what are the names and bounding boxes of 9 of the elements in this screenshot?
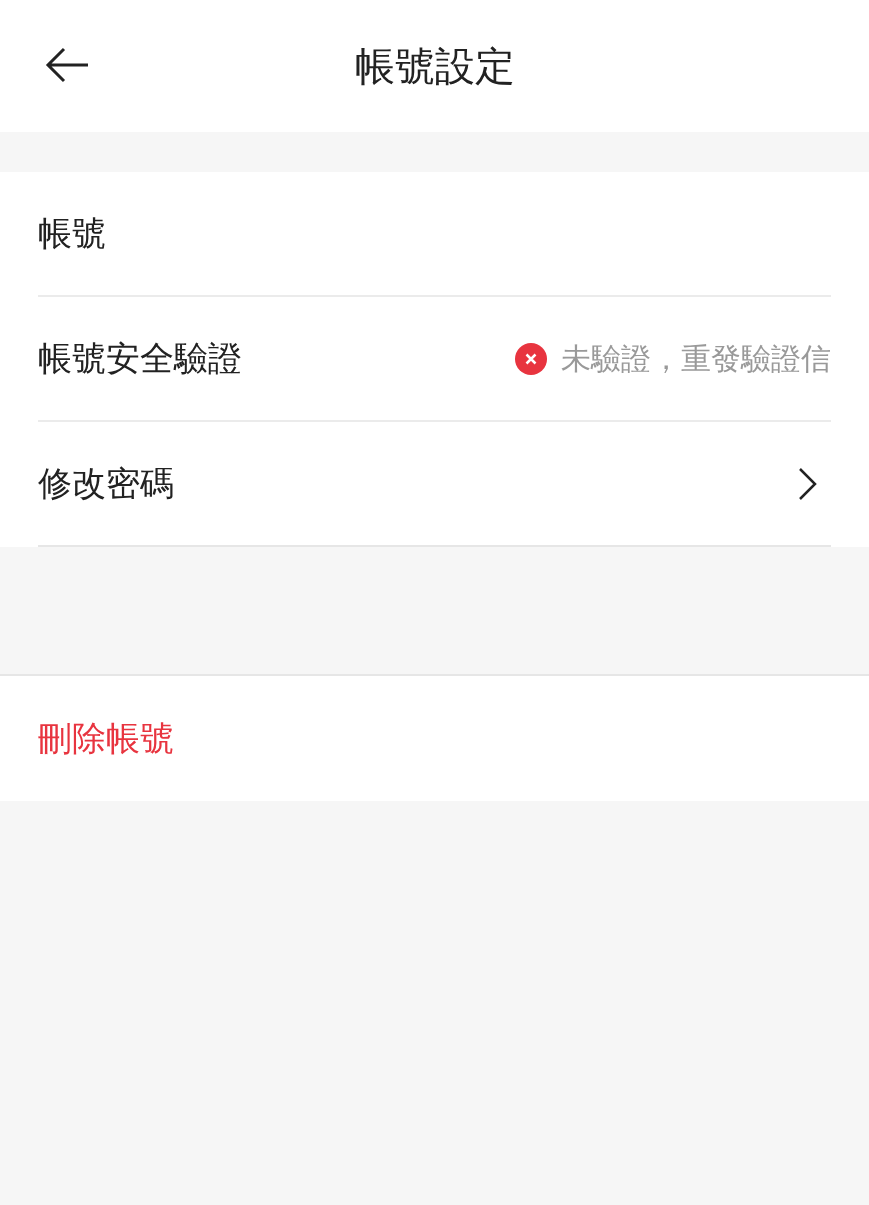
setting-label: 帳號 bbox=[38, 212, 106, 255]
page-title: 帳號設定 bbox=[354, 42, 515, 91]
setting-label: 帳號安全驗證 bbox=[38, 337, 242, 380]
back-arrow-icon bbox=[44, 46, 90, 84]
chevron-right-icon[interactable] bbox=[797, 465, 819, 502]
back-button[interactable] bbox=[44, 46, 90, 84]
verification-status[interactable]: 未驗證，重發驗證信 bbox=[515, 336, 831, 381]
setting-label: 修改密碼 bbox=[38, 462, 174, 505]
delete-account-button[interactable]: 刪除帳號 bbox=[38, 713, 174, 764]
